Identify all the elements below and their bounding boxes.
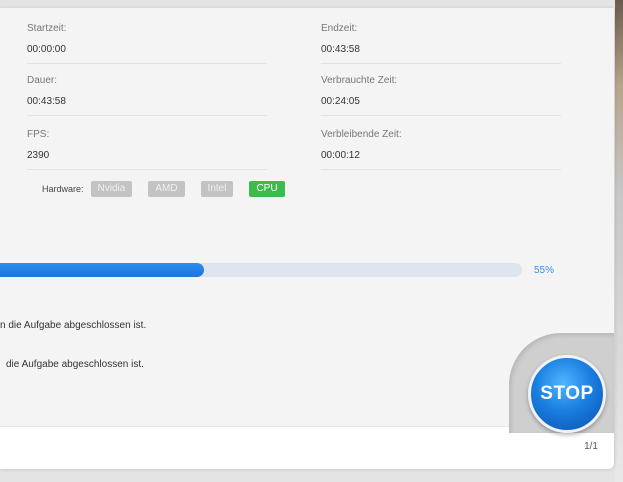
screen: Startzeit: 00:00:00 Endzeit: 00:43:58 Da…	[0, 0, 623, 482]
elapsed-time-value: 00:24:05	[321, 96, 561, 116]
start-time-stat: Startzeit: 00:00:00	[27, 23, 267, 64]
hardware-option-intel[interactable]: Intel	[200, 181, 234, 197]
fps-stat: FPS: 2390	[27, 129, 267, 170]
start-time-value: 00:00:00	[27, 44, 267, 64]
status-message-1: n die Aufgabe abgeschlossen ist.	[0, 320, 147, 331]
hardware-acceleration-row: Hardware: Nvidia AMD Intel CPU	[42, 181, 301, 197]
hardware-option-nvidia[interactable]: Nvidia	[90, 181, 133, 197]
hardware-option-amd[interactable]: AMD	[148, 181, 185, 197]
hardware-label: Hardware:	[42, 184, 84, 194]
remaining-time-label: Verbleibende Zeit:	[321, 129, 402, 140]
elapsed-time-stat: Verbrauchte Zeit: 00:24:05	[321, 75, 561, 116]
duration-label: Dauer:	[27, 75, 58, 86]
remaining-time-stat: Verbleibende Zeit: 00:00:12	[321, 129, 561, 170]
duration-stat: Dauer: 00:43:58	[27, 75, 267, 116]
background-window-edge	[615, 0, 623, 482]
start-time-label: Startzeit:	[27, 23, 67, 34]
remaining-time-value: 00:00:12	[321, 150, 561, 170]
stop-button[interactable]: STOP	[528, 355, 606, 433]
hardware-option-cpu[interactable]: CPU	[249, 181, 285, 197]
end-time-label: Endzeit:	[321, 23, 358, 34]
elapsed-time-label: Verbrauchte Zeit:	[321, 75, 398, 86]
duration-value: 00:43:58	[27, 96, 267, 116]
page-indicator: 1/1	[584, 441, 598, 452]
progress-percent: 55%	[534, 265, 555, 276]
end-time-value: 00:43:58	[321, 44, 561, 64]
end-time-stat: Endzeit: 00:43:58	[321, 23, 561, 64]
conversion-progress-dialog: Startzeit: 00:00:00 Endzeit: 00:43:58 Da…	[0, 8, 614, 469]
progress-bar-fill	[0, 263, 204, 277]
fps-label: FPS:	[27, 129, 50, 140]
status-message-2: die Aufgabe abgeschlossen ist.	[6, 359, 144, 370]
fps-value: 2390	[27, 150, 267, 170]
progress-bar	[0, 263, 522, 277]
